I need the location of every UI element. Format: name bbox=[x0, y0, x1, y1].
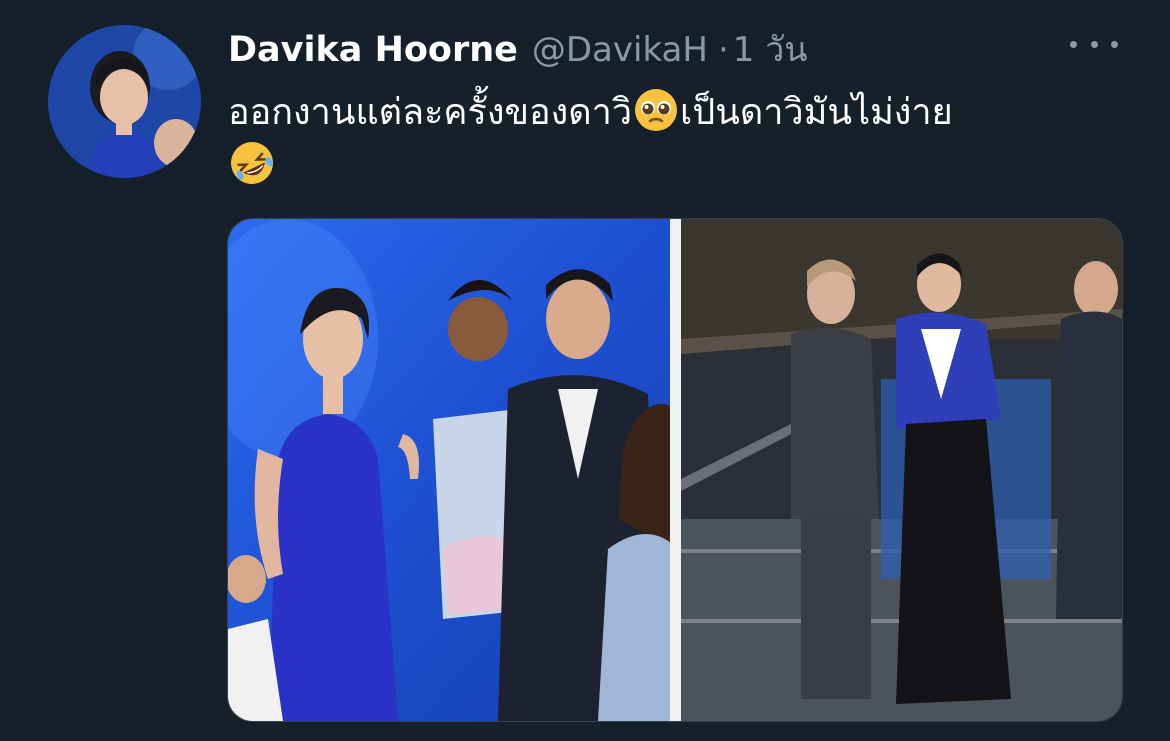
header-separator: · bbox=[717, 30, 729, 70]
rolling-on-floor-laughing-emoji-icon bbox=[228, 139, 276, 187]
event-photo-right-icon bbox=[681, 219, 1122, 721]
event-photo-right[interactable] bbox=[681, 219, 1122, 721]
avatar[interactable] bbox=[48, 25, 201, 178]
more-dot bbox=[1070, 40, 1077, 48]
tweet-text-part2: เป็นดาวิมันไม่ง่าย bbox=[680, 92, 953, 133]
tweet-card[interactable]: Davika Hoorne @DavikaH · 1 วัน ออกงานแต่… bbox=[0, 0, 1170, 741]
tweet-header: Davika Hoorne @DavikaH · 1 วัน bbox=[228, 22, 808, 70]
tweet-text: ออกงานแต่ละครั้งของดาวิ เป็นดาวิมันไม่ง่… bbox=[228, 86, 1128, 192]
pleading-face-emoji-icon bbox=[632, 86, 680, 134]
more-dot bbox=[1111, 40, 1118, 48]
media-divider bbox=[670, 219, 681, 721]
author-handle[interactable]: @DavikaH bbox=[532, 30, 708, 70]
more-options-icon[interactable] bbox=[1070, 32, 1118, 56]
tweet-media-grid[interactable] bbox=[227, 218, 1123, 722]
author-display-name[interactable]: Davika Hoorne bbox=[228, 30, 518, 70]
tweet-text-part1: ออกงานแต่ละครั้งของดาวิ bbox=[228, 92, 633, 133]
tweet-timestamp[interactable]: 1 วัน bbox=[733, 22, 808, 76]
more-dot bbox=[1090, 40, 1098, 48]
event-photo-left[interactable] bbox=[228, 219, 670, 721]
avatar-photo-icon bbox=[48, 25, 201, 178]
event-photo-left-icon bbox=[228, 219, 670, 721]
